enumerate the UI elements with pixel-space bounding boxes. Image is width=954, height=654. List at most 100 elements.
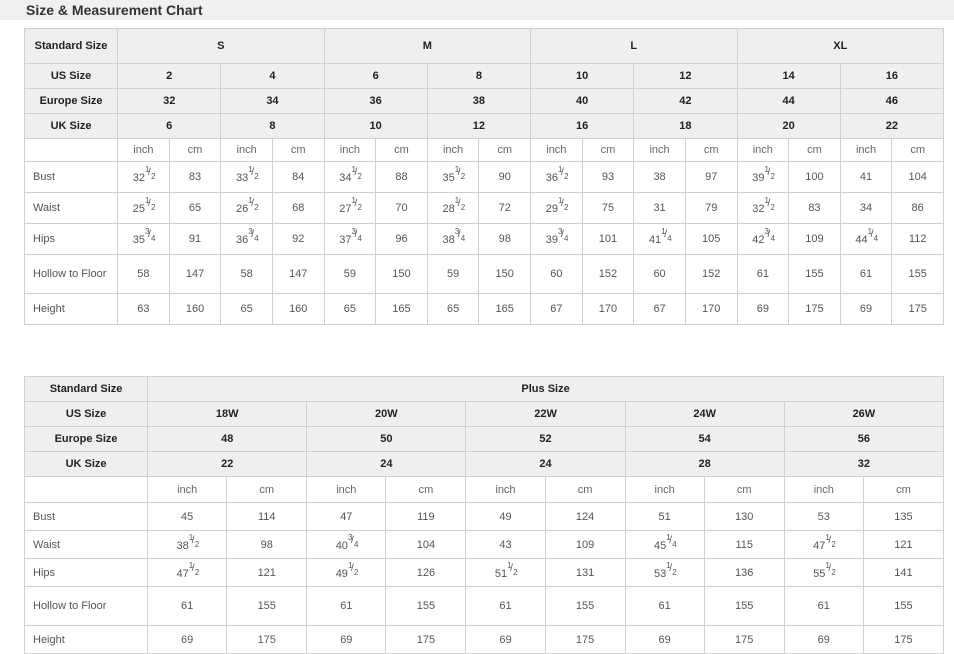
size-value: 24: [306, 451, 467, 477]
unit-cm: cm: [271, 138, 325, 162]
measurement-value: 83: [788, 192, 841, 224]
measurement-value: 152: [581, 254, 635, 294]
measurement-value: 34: [839, 192, 893, 224]
size-value: 34: [220, 88, 325, 114]
fraction: 1/2: [145, 196, 156, 212]
size-value: 6: [323, 63, 428, 89]
measurement-value: 35 3/4: [117, 223, 170, 255]
measurement-row: Hollow to Floor 58 147 58 147 59 150 59 150 60 152…: [23, 254, 944, 294]
fraction: 1/2: [248, 196, 259, 212]
measurement-value: 25 1/2: [117, 192, 170, 224]
measurement-value: 37 3/4: [323, 223, 377, 255]
fraction: 3/4: [351, 227, 362, 243]
size-value: 14: [736, 63, 841, 89]
measurement-value: 155: [862, 586, 945, 626]
measurement-value: 150: [375, 254, 428, 294]
fraction: 3/4: [248, 227, 259, 243]
size-value: 8: [426, 63, 532, 89]
measurement-row: Hollow to Floor 61 155 61 155 61 155 61 155 61 155: [23, 586, 945, 626]
measurement-value: 96: [375, 223, 428, 255]
measurement-value: 175: [891, 293, 944, 325]
plus-size-table: Standard Size Plus Size US Size 18W 20W 22W 24…: [23, 376, 945, 654]
group-header-xl: XL: [736, 28, 945, 64]
measurement-row: Hips 35 3/4 91 36 3/4 92 37 3/4 96 38 3/4 98 39 3/4 101…: [23, 223, 944, 255]
unit-inch: inch: [465, 476, 546, 503]
measurement-value: 119: [385, 502, 467, 531]
row-label-us-size: US Size: [23, 401, 149, 427]
unit-inch: inch: [783, 476, 864, 503]
measurement-value: 65: [426, 293, 480, 325]
measurement-value: 53: [783, 502, 864, 531]
unit-row-corner: [23, 476, 149, 503]
measurement-value: 101: [581, 223, 635, 255]
measurement-value: 93: [581, 161, 635, 193]
fraction: 1/2: [764, 196, 775, 212]
fraction: 1/2: [507, 560, 518, 577]
measurement-value: 61: [306, 586, 387, 626]
measurement-value: 49: [465, 502, 546, 531]
measurement-value: 84: [271, 161, 325, 193]
measurement-value: 59: [323, 254, 377, 294]
measurement-value: 126: [385, 558, 467, 587]
measurement-value: 49 1/2: [306, 558, 387, 587]
fraction: 1/2: [351, 165, 362, 181]
measurement-value: 65: [220, 293, 273, 325]
measurement-value: 38: [633, 161, 686, 193]
group-header-s: S: [117, 28, 325, 64]
measurement-value: 67: [530, 293, 583, 325]
measurement-row: Bust 45 114 47 119 49 124 51 130 53 135: [23, 502, 945, 531]
unit-row: inch cm inch cm inch cm inch cm inch cm: [23, 476, 945, 503]
measurement-value: 165: [375, 293, 428, 325]
measurement-value: 136: [703, 558, 785, 587]
measurement-value: 33 1/2: [220, 161, 273, 193]
measurement-label-waist: Waist: [23, 530, 149, 559]
fraction: 1/4: [661, 227, 672, 243]
measurement-value: 58: [117, 254, 170, 294]
measurement-value: 155: [226, 586, 308, 626]
measurement-row: Height 69 175 69 175 69 175 69 175 69 175: [23, 625, 945, 654]
fraction: 3/4: [145, 227, 156, 243]
group-header-plus-size: Plus Size: [147, 376, 944, 402]
unit-inch: inch: [220, 138, 273, 162]
group-header-row: Standard Size Plus Size: [23, 376, 944, 402]
unit-inch: inch: [426, 138, 480, 162]
measurement-value: 86: [891, 192, 944, 224]
row-label-europe-size: Europe Size: [23, 426, 149, 452]
measurement-label-waist: Waist: [23, 192, 119, 224]
fraction: 3/4: [557, 227, 569, 243]
page-title: Size & Measurement Chart: [26, 2, 203, 18]
unit-cm: cm: [168, 138, 222, 162]
measurement-value: 97: [684, 161, 738, 193]
size-value: 12: [426, 113, 532, 139]
unit-inch: inch: [147, 476, 228, 503]
measurement-value: 47 1/2: [147, 558, 228, 587]
measurement-value: 61: [624, 586, 705, 626]
measurement-value: 32 1/2: [736, 192, 790, 224]
size-value: 32: [783, 451, 945, 477]
measurement-value: 79: [684, 192, 738, 224]
measurement-value: 28 1/2: [426, 192, 480, 224]
row-label-us-size: US Size: [23, 63, 119, 89]
unit-cm: cm: [226, 476, 308, 503]
measurement-value: 175: [226, 625, 308, 654]
unit-cm: cm: [385, 476, 467, 503]
unit-cm: cm: [375, 138, 428, 162]
measurement-label-height: Height: [23, 293, 119, 325]
unit-inch: inch: [839, 138, 893, 162]
measurement-value: 38 3/4: [426, 223, 480, 255]
measurement-value: 39 1/2: [736, 161, 790, 193]
measurement-value: 147: [168, 254, 222, 294]
measurement-value: 170: [684, 293, 738, 325]
size-value: 22: [147, 451, 308, 477]
measurement-value: 51 1/2: [465, 558, 546, 587]
size-value: 22: [839, 113, 945, 139]
size-value: 56: [783, 426, 945, 452]
size-value: 20W: [306, 401, 467, 427]
measurement-value: 155: [385, 586, 467, 626]
size-value: 44: [736, 88, 841, 114]
measurement-value: 69: [306, 625, 387, 654]
fraction: 3/4: [454, 227, 466, 243]
size-value: 2: [117, 63, 222, 89]
size-value: 26W: [783, 401, 945, 427]
measurement-value: 39 3/4: [530, 223, 583, 255]
